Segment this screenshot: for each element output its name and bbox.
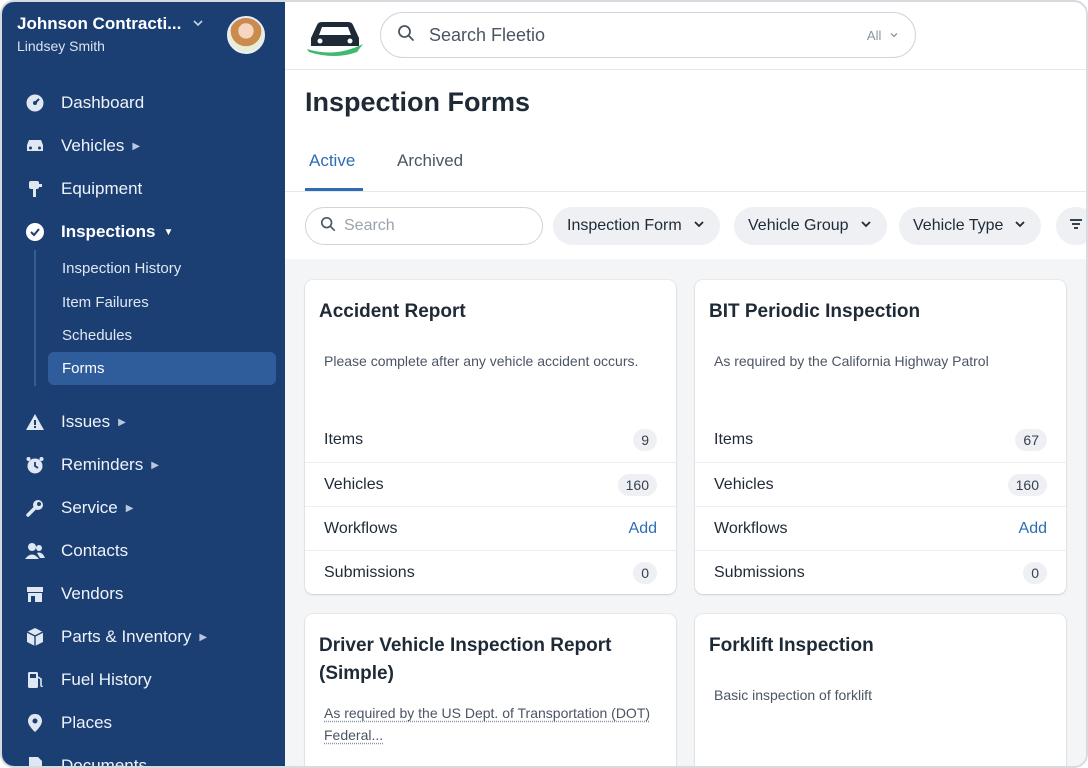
chevron-down-icon — [1013, 217, 1027, 236]
app-window: Johnson Contracti... Lindsey Smith Dashb… — [0, 0, 1088, 768]
caret-right-icon: ▶ — [199, 631, 208, 643]
form-card-title: Accident Report — [319, 301, 466, 322]
form-card-description: Please complete after any vehicle accide… — [324, 353, 639, 369]
sidebar-subitem-forms[interactable]: Forms — [48, 352, 276, 385]
filter-search-input[interactable] — [344, 217, 524, 235]
equipment-icon — [24, 178, 46, 200]
wrench-icon — [24, 497, 46, 519]
filter-search[interactable] — [305, 207, 543, 245]
submissions-row: Submissions 0 — [305, 550, 676, 594]
box-icon — [24, 626, 46, 648]
submissions-count-badge[interactable]: 0 — [633, 561, 657, 584]
form-card-title: BIT Periodic Inspection — [709, 301, 921, 322]
chevron-down-icon — [859, 217, 873, 236]
avatar[interactable] — [227, 16, 265, 54]
form-card-dvir-simple[interactable]: Driver Vehicle Inspection Report (Simple… — [305, 614, 676, 766]
top-bar: Search Fleetio All — [285, 2, 1086, 70]
caret-right-icon: ▶ — [125, 502, 134, 514]
form-card-description: Basic inspection of forklift — [714, 687, 872, 703]
tab-archived[interactable]: Archived — [397, 151, 463, 191]
search-icon — [320, 216, 336, 237]
sidebar-subitem-inspection-history[interactable]: Inspection History — [48, 252, 276, 285]
caret-right-icon: ▶ — [151, 459, 159, 471]
sidebar-item-fuel-history[interactable]: Fuel History — [2, 662, 285, 698]
form-card-title: Driver Vehicle Inspection Report (Simple… — [319, 635, 612, 684]
store-icon — [24, 583, 46, 605]
sidebar-item-service[interactable]: Service ▶ — [2, 490, 285, 526]
form-card-description[interactable]: As required by the US Dept. of Transport… — [324, 702, 654, 746]
add-workflow-link[interactable]: Add — [629, 520, 657, 538]
global-search[interactable]: Search Fleetio All — [380, 12, 916, 58]
fuel-pump-icon — [24, 669, 46, 691]
sidebar-item-documents[interactable]: Documents — [2, 748, 285, 766]
alarm-clock-icon — [24, 454, 46, 476]
sidebar: Johnson Contracti... Lindsey Smith Dashb… — [2, 2, 285, 766]
vehicles-count-badge[interactable]: 160 — [1007, 473, 1047, 496]
page-title: Inspection Forms — [305, 87, 531, 117]
filter-icon — [1068, 217, 1084, 236]
sidebar-item-issues[interactable]: Issues ▶ — [2, 404, 285, 440]
vehicles-count-badge[interactable]: 160 — [617, 473, 657, 496]
sidebar-item-reminders[interactable]: Reminders ▶ — [2, 447, 285, 483]
items-count-badge: 67 — [1015, 429, 1047, 451]
chevron-down-icon — [191, 16, 205, 35]
sidebar-item-dashboard[interactable]: Dashboard — [2, 85, 285, 121]
items-count-badge: 9 — [633, 429, 657, 451]
caret-right-icon: ▶ — [118, 416, 126, 428]
items-row: Items 67 — [695, 418, 1066, 462]
document-icon — [24, 755, 46, 766]
sidebar-item-parts-inventory[interactable]: Parts & Inventory ▶ — [2, 619, 285, 655]
form-card-accident-report[interactable]: Accident Report Please complete after an… — [305, 280, 676, 594]
caret-down-icon: ▼ — [163, 226, 174, 238]
inspection-form-filter[interactable]: Inspection Form — [553, 207, 720, 245]
sidebar-item-vehicles[interactable]: Vehicles ▶ — [2, 128, 285, 164]
check-circle-icon — [24, 221, 46, 243]
main-content: Inspection Forms Active Archived Inspect… — [285, 71, 1086, 766]
submissions-row: Submissions 0 — [695, 550, 1066, 594]
search-scope-select[interactable]: All — [867, 28, 899, 43]
workflows-row: Workflows Add — [695, 506, 1066, 550]
workflows-row: Workflows Add — [305, 506, 676, 550]
fleetio-logo-icon[interactable] — [305, 16, 365, 56]
sidebar-subitem-item-failures[interactable]: Item Failures — [48, 286, 276, 319]
users-icon — [24, 540, 46, 562]
sidebar-item-contacts[interactable]: Contacts — [2, 533, 285, 569]
form-card-title: Forklift Inspection — [709, 635, 874, 656]
sidebar-subitem-schedules[interactable]: Schedules — [48, 319, 276, 352]
form-card-forklift-inspection[interactable]: Forklift Inspection Basic inspection of … — [695, 614, 1066, 766]
caret-right-icon: ▶ — [132, 140, 141, 152]
add-workflow-link[interactable]: Add — [1019, 520, 1047, 538]
map-pin-icon — [24, 712, 46, 734]
tab-active[interactable]: Active — [305, 151, 363, 191]
more-filters-button[interactable] — [1056, 207, 1086, 245]
sidebar-item-places[interactable]: Places — [2, 705, 285, 741]
filter-bar: Inspection Form Vehicle Group Vehicle Ty… — [285, 193, 1086, 259]
form-card-description: As required by the California Highway Pa… — [714, 353, 989, 369]
forms-grid: Accident Report Please complete after an… — [285, 259, 1086, 766]
sidebar-item-inspections[interactable]: Inspections ▼ — [2, 214, 285, 250]
form-card-bit-periodic-inspection[interactable]: BIT Periodic Inspection As required by t… — [695, 280, 1066, 594]
items-row: Items 9 — [305, 418, 676, 462]
sidebar-item-vendors[interactable]: Vendors — [2, 576, 285, 612]
vehicles-row: Vehicles 160 — [305, 462, 676, 506]
chevron-down-icon — [692, 217, 706, 236]
dashboard-icon — [24, 92, 46, 114]
global-search-placeholder: Search Fleetio — [429, 24, 546, 45]
warning-icon — [24, 411, 46, 433]
vehicle-type-filter[interactable]: Vehicle Type — [899, 207, 1042, 245]
vehicle-group-filter[interactable]: Vehicle Group — [734, 207, 887, 245]
sidebar-item-equipment[interactable]: Equipment — [2, 171, 285, 207]
tab-bar: Active Archived — [285, 141, 1086, 192]
submissions-count-badge[interactable]: 0 — [1023, 561, 1047, 584]
search-icon — [397, 24, 415, 47]
subnav-line — [34, 250, 36, 386]
vehicles-row: Vehicles 160 — [695, 462, 1066, 506]
car-icon — [24, 135, 46, 157]
